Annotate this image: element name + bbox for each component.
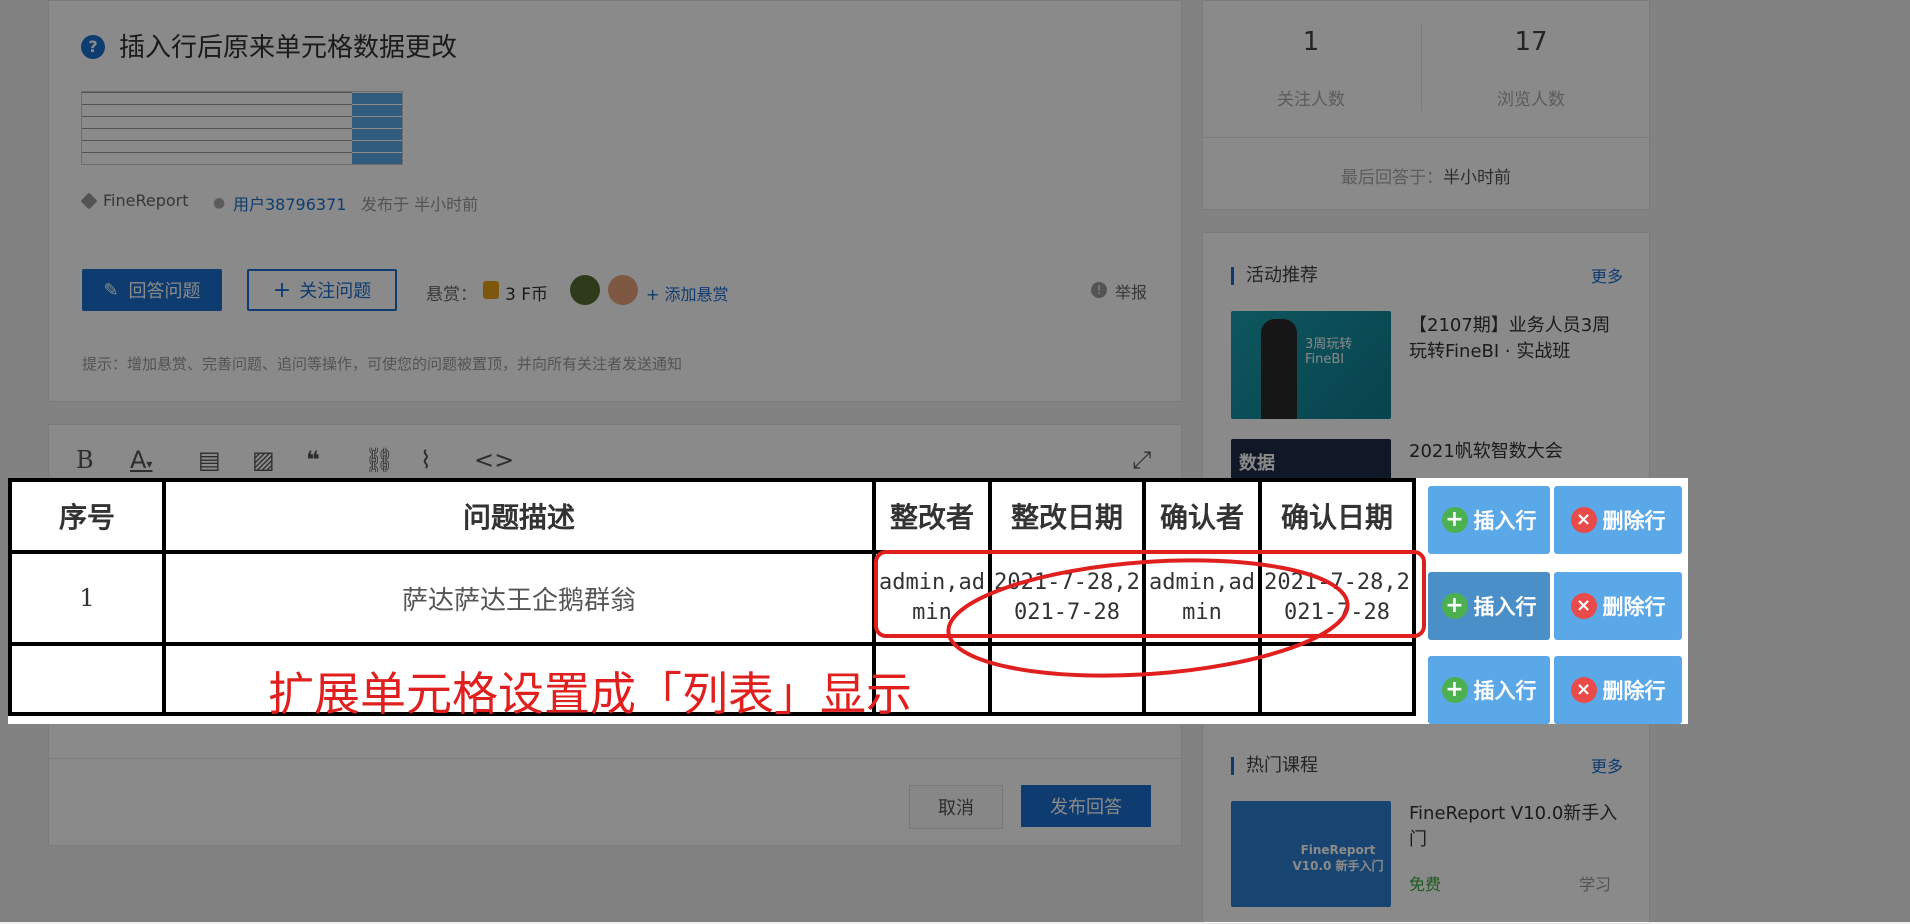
plus-icon: + <box>1441 593 1468 619</box>
plus-icon: + <box>1441 677 1468 703</box>
plus-icon: + <box>1441 507 1468 533</box>
close-icon: × <box>1570 593 1597 619</box>
delete-row-button[interactable]: × 删除行 <box>1554 486 1682 554</box>
annotation-text: 扩展单元格设置成「列表」显示 <box>268 667 912 721</box>
delete-row-button[interactable]: × 删除行 <box>1554 656 1682 724</box>
delete-row-button[interactable]: × 删除行 <box>1554 572 1682 640</box>
insert-row-button[interactable]: + 插入行 <box>1428 572 1550 640</box>
insert-row-button[interactable]: + 插入行 <box>1428 486 1550 554</box>
modal-backdrop[interactable] <box>0 0 1910 922</box>
close-icon: × <box>1570 677 1597 703</box>
annotation-ellipse <box>946 558 1350 678</box>
close-icon: × <box>1570 507 1597 533</box>
insert-row-button[interactable]: + 插入行 <box>1428 656 1550 724</box>
report-preview-image: 序号 问题描述 整改者 整改日期 确认者 确认日期 1 萨达萨达王企鹅群翁 ad… <box>8 478 1688 724</box>
